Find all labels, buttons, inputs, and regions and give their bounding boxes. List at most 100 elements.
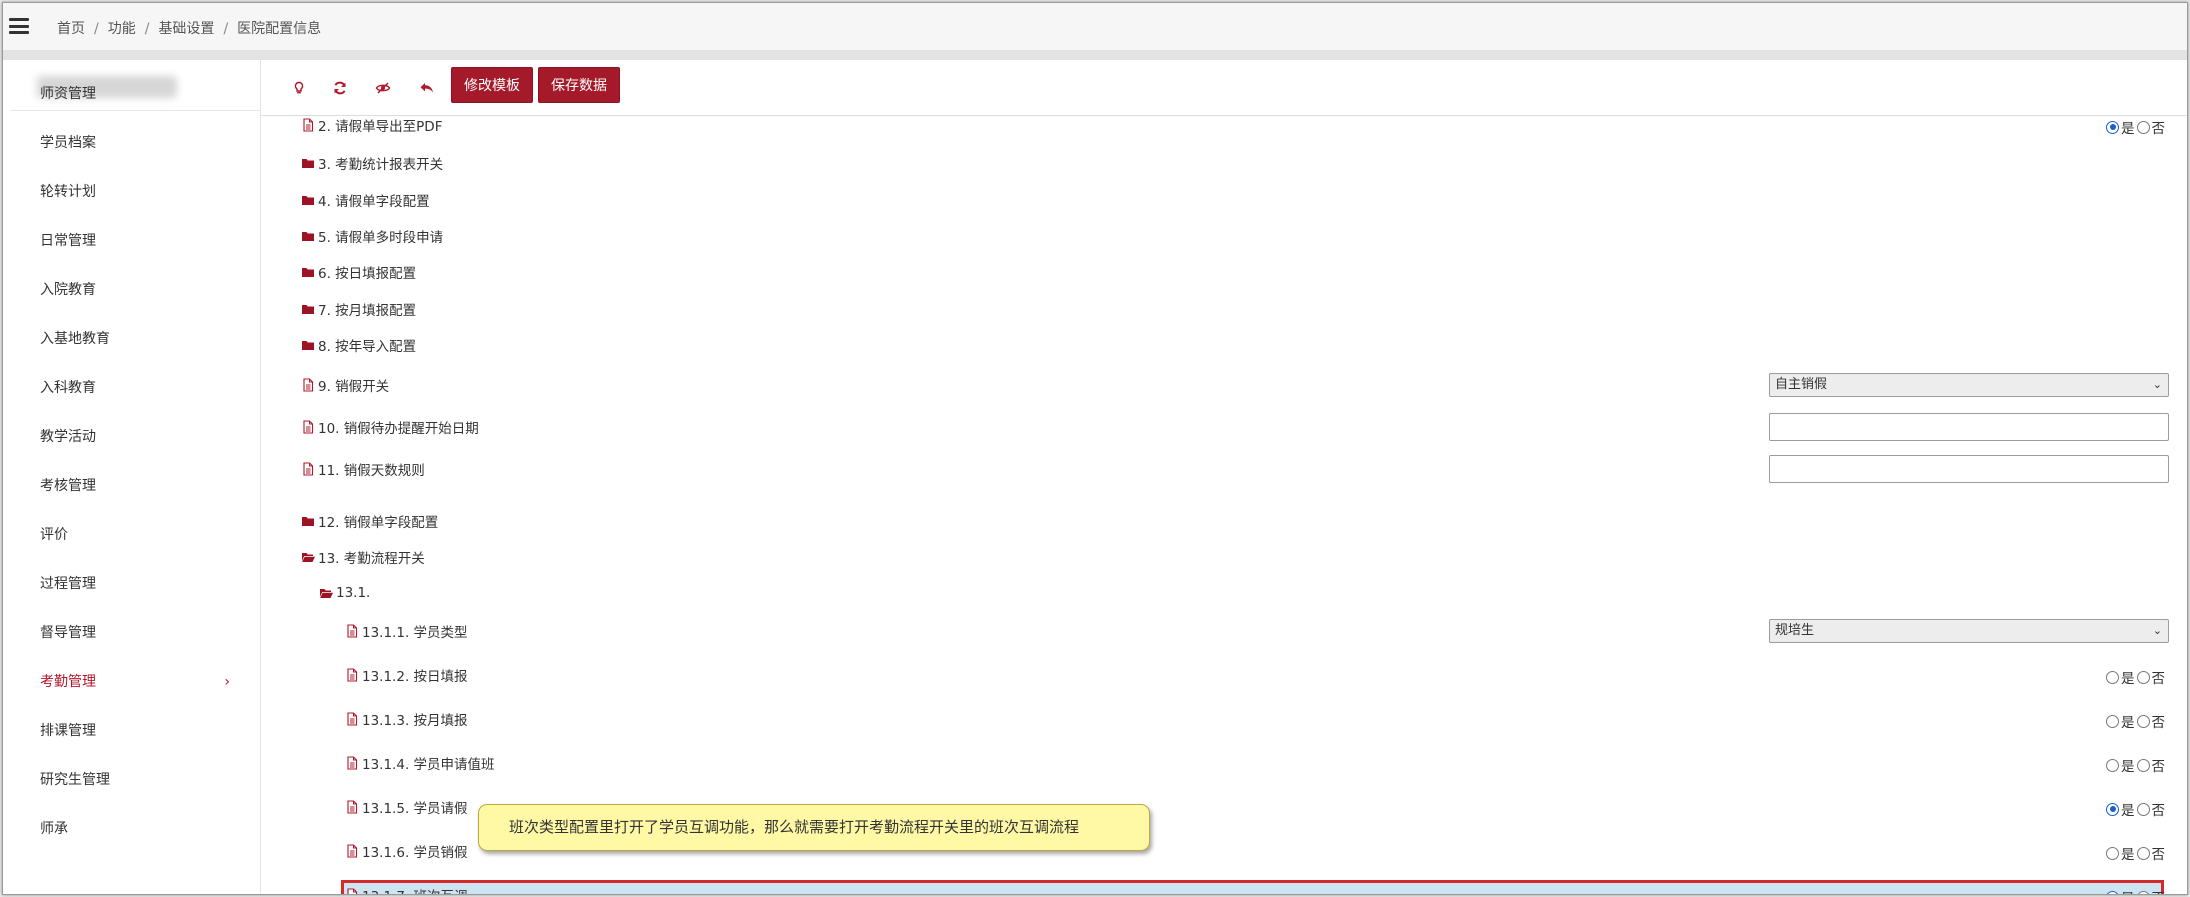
tree-node[interactable]: 8. 按年导入配置 (301, 332, 416, 358)
tree-node[interactable]: 6. 按日填报配置 (301, 259, 416, 285)
file-icon (301, 462, 315, 476)
sidebar-item[interactable]: 师资管理 (11, 79, 260, 109)
radio-no-label: 否 (2151, 121, 2166, 137)
lightbulb-icon[interactable] (287, 76, 311, 100)
radio-no[interactable] (2136, 714, 2150, 728)
chevron-down-icon: ⌄ (2152, 624, 2162, 637)
radio-yes[interactable] (2106, 714, 2119, 728)
sidebar-item[interactable]: 日常管理 (11, 226, 260, 256)
tree-node[interactable]: 5. 请假单多时段申请 (301, 223, 443, 249)
sidebar-item-label: 考核管理 (40, 478, 96, 494)
tree-node[interactable]: 13.1.1. 学员类型 (345, 618, 468, 644)
save-data-button[interactable]: 保存数据 (538, 67, 620, 103)
radio-no[interactable] (2136, 846, 2150, 860)
radio-no[interactable] (2136, 670, 2150, 684)
tree-row: 13.1. (261, 580, 2187, 606)
radio-no[interactable] (2136, 802, 2150, 816)
refresh-icon[interactable] (328, 76, 352, 100)
sidebar-item-label: 日常管理 (40, 233, 96, 249)
sidebar-item[interactable]: 入基地教育 (11, 324, 260, 354)
file-icon (345, 756, 359, 770)
chevron-right-icon: › (224, 674, 230, 690)
tree-node[interactable]: 13.1.5. 学员请假 (345, 794, 468, 820)
sidebar-item[interactable]: 考勤管理 › (11, 667, 260, 697)
select-dropdown[interactable]: 规培生 ⌄ (1769, 619, 2169, 643)
sidebar-item[interactable]: 考核管理 (11, 471, 260, 501)
breadcrumb-basic-settings[interactable]: 基础设置 (158, 18, 214, 38)
select-dropdown[interactable]: 自主销假 ⌄ (1769, 373, 2169, 397)
folder-open-icon (301, 550, 315, 564)
top-bar: 首页 / 功能 / 基础设置 / 医院配置信息 (3, 3, 2187, 51)
sidebar-item[interactable]: 教学活动 (11, 422, 260, 452)
tree-node[interactable]: 2. 请假单导出至PDF (301, 112, 442, 138)
radio-no[interactable] (2136, 758, 2150, 772)
tree-node[interactable]: 12. 销假单字段配置 (301, 508, 438, 534)
radio-yes[interactable] (2106, 802, 2119, 816)
sidebar-item[interactable]: 评价 (11, 520, 260, 550)
sidebar-item[interactable]: 轮转计划 (11, 177, 260, 207)
tree-node-label: 13.1.3. 按月填报 (362, 713, 468, 729)
tree-node-label: 13.1.1. 学员类型 (362, 625, 468, 641)
breadcrumb-function[interactable]: 功能 (108, 18, 136, 38)
tree-node-label: 2. 请假单导出至PDF (318, 119, 443, 135)
sidebar-item[interactable]: 学员档案 (11, 128, 260, 158)
select-value: 自主销假 (1775, 377, 1828, 392)
toolbar: 修改模板 保存数据 (261, 60, 2187, 116)
radio-yes[interactable] (2106, 758, 2119, 772)
edit-template-button[interactable]: 修改模板 (451, 67, 533, 103)
sidebar-item[interactable]: 督导管理 (11, 618, 260, 648)
radio-yes[interactable] (2106, 670, 2119, 684)
radio-no[interactable] (2136, 120, 2150, 134)
tree-node-label: 13.1.5. 学员请假 (362, 801, 468, 817)
tree-node[interactable]: 13. 考勤流程开关 (301, 544, 425, 570)
tree-node-label: 4. 请假单字段配置 (318, 194, 430, 210)
breadcrumb-home[interactable]: 首页 (57, 18, 85, 38)
text-input[interactable] (1769, 455, 2169, 483)
tree-node[interactable]: 13.1.3. 按月填报 (345, 706, 468, 732)
radio-no-label: 否 (2152, 887, 2166, 894)
sidebar-item[interactable]: 入院教育 (11, 275, 260, 305)
tree-node[interactable]: 13.1. (319, 580, 370, 606)
radio-no[interactable] (2136, 890, 2150, 894)
folder-icon (301, 156, 315, 170)
tree-node[interactable]: 7. 按月填报配置 (301, 296, 416, 322)
sidebar-item-label: 入科教育 (40, 380, 96, 396)
tree-node[interactable]: 3. 考勤统计报表开关 (301, 150, 443, 176)
folder-icon (301, 229, 315, 243)
sidebar-item[interactable]: 过程管理 (11, 569, 260, 599)
tree-row: 13.1.1. 学员类型 规培生 ⌄ (261, 618, 2187, 644)
sidebar-item-label: 过程管理 (40, 576, 96, 592)
tree-row: 13.1.4. 学员申请值班 是否 (261, 750, 2187, 776)
sidebar-item-label: 排课管理 (40, 723, 96, 739)
tree-node-label: 11. 销假天数规则 (318, 463, 425, 479)
tree-node[interactable]: 10. 销假待办提醒开始日期 (301, 414, 479, 440)
tree-node[interactable]: 13.1.7. 班次互调 (345, 882, 468, 894)
tree-node-label: 13.1.2. 按日填报 (362, 669, 468, 685)
tree-node-label: 12. 销假单字段配置 (318, 515, 439, 531)
tree-node-label: 13. 考勤流程开关 (318, 551, 425, 567)
sidebar-item[interactable]: 入科教育 (11, 373, 260, 403)
sidebar-item[interactable]: 师承 (11, 814, 260, 844)
sidebar-item[interactable]: 研究生管理 (11, 765, 260, 795)
radio-yes[interactable] (2106, 120, 2119, 134)
select-value: 规培生 (1775, 623, 1815, 638)
tree-node[interactable]: 13.1.2. 按日填报 (345, 662, 468, 688)
radio-yes[interactable] (2106, 890, 2119, 894)
text-input[interactable] (1769, 413, 2169, 441)
undo-icon[interactable] (415, 76, 439, 100)
eye-slash-icon[interactable] (371, 76, 395, 100)
radio-yes[interactable] (2106, 846, 2119, 860)
tree-node[interactable]: 13.1.6. 学员销假 (345, 838, 468, 864)
menu-toggle-icon[interactable] (9, 18, 29, 34)
radio-yes-label: 是 (2121, 671, 2135, 687)
file-icon (345, 800, 359, 814)
tree-node[interactable]: 9. 销假开关 (301, 372, 389, 398)
tree-node-label: 13.1.7. 班次互调 (362, 885, 468, 894)
tree-node[interactable]: 13.1.4. 学员申请值班 (345, 750, 495, 776)
radio-yes-label: 是 (2121, 121, 2135, 137)
tree-node[interactable]: 4. 请假单字段配置 (301, 187, 430, 213)
sidebar-item[interactable]: 排课管理 (11, 716, 260, 746)
file-icon (301, 118, 315, 132)
tree-node[interactable]: 11. 销假天数规则 (301, 456, 425, 482)
tree-node-label: 13.1.4. 学员申请值班 (362, 757, 495, 773)
